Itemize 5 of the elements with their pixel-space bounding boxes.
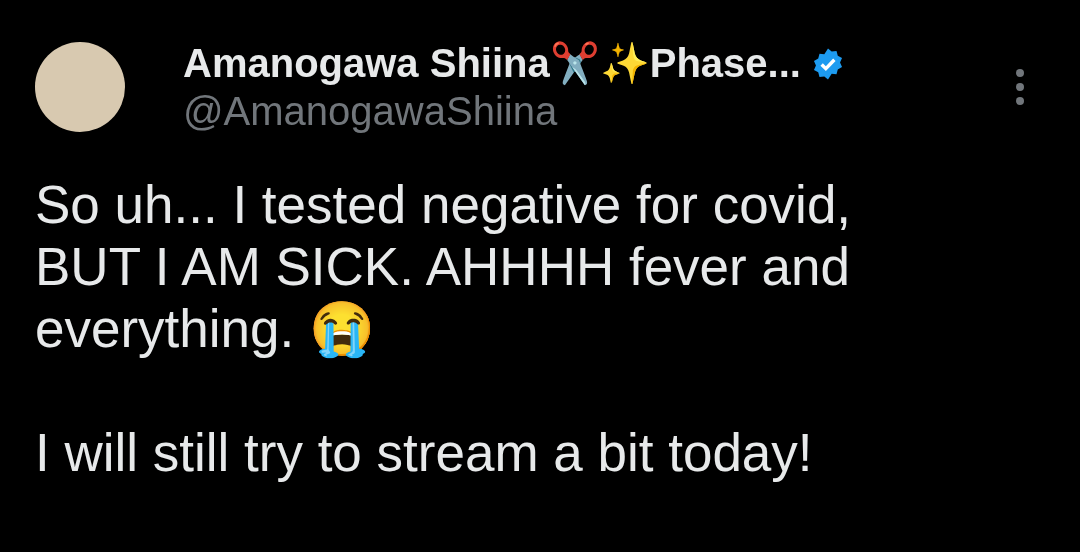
tweet-text: I will still try to stream a bit today!	[35, 422, 814, 484]
more-options-icon[interactable]	[1015, 68, 1025, 106]
tweet-text: So uh... I tested negative for covid, BUT I AM SICK. AHHHH fever and everything. 😭	[35, 174, 853, 360]
author-name[interactable]: Amanogawa Shiina✂✨Phase...	[183, 40, 801, 87]
author-handle: @AmanogawaShiina	[183, 89, 559, 134]
